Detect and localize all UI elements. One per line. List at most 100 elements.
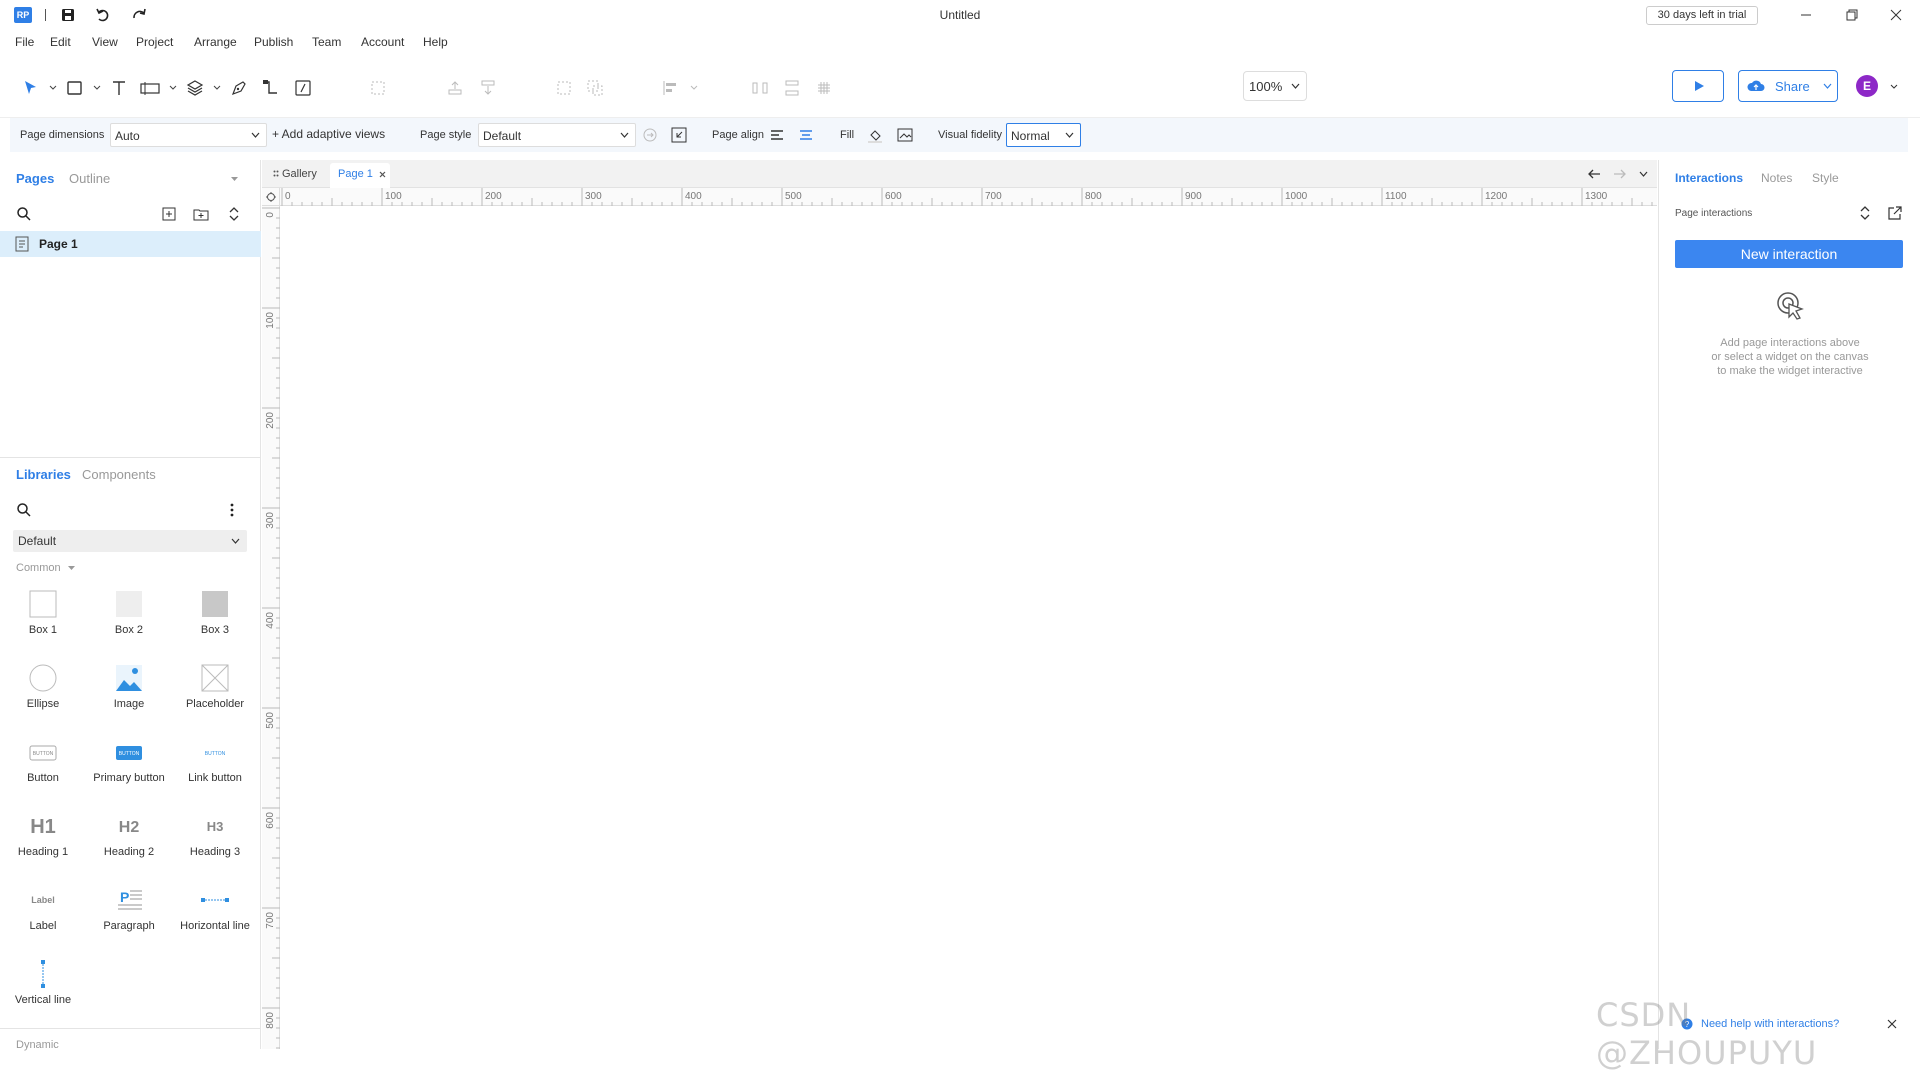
lib-heading3[interactable]: H3 Heading 3	[172, 802, 258, 862]
arrow-left-icon[interactable]	[1587, 168, 1601, 180]
add-page-icon[interactable]	[161, 206, 177, 222]
menu-help[interactable]: Help	[423, 35, 448, 49]
distribute-vertical-icon[interactable]	[782, 78, 802, 98]
search-icon[interactable]	[16, 206, 32, 222]
save-icon[interactable]	[59, 6, 77, 24]
chevron-down-icon[interactable]	[1890, 83, 1898, 91]
distribute-horizontal-icon[interactable]	[750, 78, 770, 98]
lib-image[interactable]: Image	[86, 654, 172, 714]
new-interaction-button[interactable]: New interaction	[1675, 240, 1903, 268]
page-style-manage-icon[interactable]	[670, 126, 688, 144]
tab-gallery[interactable]: Gallery	[282, 168, 317, 180]
preview-button[interactable]	[1672, 70, 1724, 102]
chevron-down-icon[interactable]	[230, 175, 239, 184]
section-dynamic[interactable]: Dynamic	[16, 1039, 59, 1051]
group-icon[interactable]	[368, 78, 388, 98]
expand-collapse-icon[interactable]	[226, 206, 242, 222]
restore-icon[interactable]	[1842, 5, 1862, 25]
fill-color-icon[interactable]	[866, 126, 884, 144]
ungroup-icon[interactable]	[585, 78, 605, 98]
chevron-down-icon[interactable]	[49, 84, 57, 92]
minimize-icon[interactable]	[1796, 5, 1816, 25]
menu-view[interactable]: View	[92, 35, 118, 49]
close-window-icon[interactable]	[1886, 5, 1906, 25]
share-button[interactable]: Share	[1738, 70, 1838, 102]
chevron-down-icon[interactable]	[93, 84, 101, 92]
menu-team[interactable]: Team	[312, 35, 341, 49]
expand-collapse-icon[interactable]	[1859, 205, 1871, 221]
lib-primary-button[interactable]: BUTTON Primary button	[86, 728, 172, 788]
close-icon[interactable]	[1887, 1019, 1897, 1029]
tab-components[interactable]: Components	[82, 467, 156, 482]
text-tool-icon[interactable]	[109, 78, 129, 98]
section-common[interactable]: Common	[16, 562, 61, 574]
tab-notes[interactable]: Notes	[1761, 171, 1792, 185]
menu-project[interactable]: Project	[136, 35, 173, 49]
add-adaptive-views-button[interactable]: + Add adaptive views	[272, 127, 385, 141]
library-select[interactable]: Default	[13, 530, 247, 552]
send-back-icon[interactable]	[478, 78, 498, 98]
menu-account[interactable]: Account	[361, 35, 404, 49]
lib-box3[interactable]: Box 3	[172, 580, 258, 640]
align-left-icon[interactable]	[768, 126, 786, 144]
layers-icon[interactable]	[185, 78, 205, 98]
lib-button[interactable]: BUTTON Button	[0, 728, 86, 788]
zoom-select[interactable]: 100%	[1243, 71, 1307, 101]
fill-image-icon[interactable]	[896, 126, 914, 144]
undo-icon[interactable]	[94, 6, 112, 24]
lib-vertical-line[interactable]: Vertical line	[0, 950, 86, 1010]
align-icon[interactable]	[660, 78, 680, 98]
drag-handle-icon[interactable]	[273, 170, 279, 178]
menu-arrange[interactable]: Arrange	[194, 35, 237, 49]
lib-box1[interactable]: Box 1	[0, 580, 86, 640]
lib-link-button[interactable]: BUTTON Link button	[172, 728, 258, 788]
lib-paragraph[interactable]: P Paragraph	[86, 876, 172, 936]
lib-heading2[interactable]: H2 Heading 2	[86, 802, 172, 862]
tab-page1[interactable]: Page 1	[330, 163, 390, 188]
menu-publish[interactable]: Publish	[254, 35, 293, 49]
chevron-down-icon[interactable]	[68, 565, 75, 572]
grid-icon[interactable]	[814, 78, 834, 98]
pop-out-icon[interactable]	[1887, 205, 1903, 221]
tab-pages[interactable]: Pages	[16, 171, 54, 186]
chevron-down-icon[interactable]	[1823, 82, 1832, 91]
page-style-apply-icon[interactable]	[641, 126, 659, 144]
lib-ellipse[interactable]: Ellipse	[0, 654, 86, 714]
connector-tool-icon[interactable]	[261, 78, 281, 98]
lib-box2[interactable]: Box 2	[86, 580, 172, 640]
chevron-down-icon[interactable]	[1639, 170, 1648, 179]
rectangle-tool-icon[interactable]	[65, 78, 85, 98]
snippet-tool-icon[interactable]	[293, 78, 313, 98]
menu-edit[interactable]: Edit	[50, 35, 71, 49]
search-icon[interactable]	[16, 502, 32, 518]
more-options-icon[interactable]	[229, 502, 235, 518]
redo-icon[interactable]	[130, 6, 148, 24]
bring-front-icon[interactable]	[445, 78, 465, 98]
add-folder-icon[interactable]	[193, 206, 209, 222]
page-list-item[interactable]: Page 1	[0, 231, 261, 257]
distribute-icon[interactable]	[554, 78, 574, 98]
page-dimensions-select[interactable]: Auto	[110, 123, 267, 147]
chevron-down-icon[interactable]	[169, 84, 177, 92]
menu-file[interactable]: File	[15, 35, 34, 49]
lib-horizontal-line[interactable]: Horizontal line	[172, 876, 258, 936]
avatar[interactable]: E	[1856, 75, 1878, 97]
tab-style[interactable]: Style	[1812, 171, 1839, 185]
ruler-corner[interactable]	[262, 188, 280, 206]
page-style-select[interactable]: Default	[478, 123, 636, 147]
select-tool-icon[interactable]	[21, 78, 41, 98]
chevron-down-icon[interactable]	[690, 84, 698, 92]
chevron-down-icon[interactable]	[213, 84, 221, 92]
close-icon[interactable]	[379, 171, 386, 178]
input-tool-icon[interactable]	[140, 78, 160, 98]
tab-outline[interactable]: Outline	[69, 171, 110, 186]
tab-interactions[interactable]: Interactions	[1675, 171, 1743, 185]
lib-placeholder[interactable]: Placeholder	[172, 654, 258, 714]
lib-label-widget[interactable]: Label Label	[0, 876, 86, 936]
arrow-right-icon[interactable]	[1613, 168, 1627, 180]
pen-tool-icon[interactable]	[229, 78, 249, 98]
help-link[interactable]: Need help with interactions?	[1701, 1018, 1839, 1030]
lib-heading1[interactable]: H1 Heading 1	[0, 802, 86, 862]
visual-fidelity-select[interactable]: Normal	[1006, 123, 1081, 147]
tab-libraries[interactable]: Libraries	[16, 467, 71, 482]
